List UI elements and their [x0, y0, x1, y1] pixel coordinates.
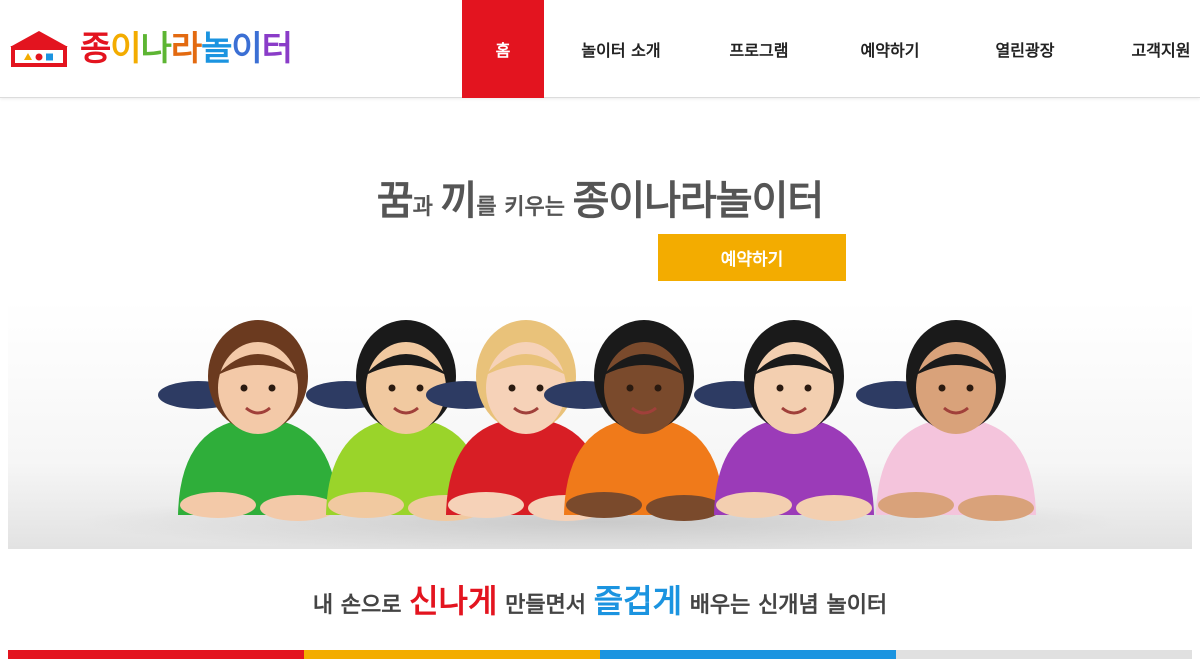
logo[interactable]: 종이나라놀이터: [8, 26, 293, 72]
tagline-highlight-joy: 즐겁게: [593, 582, 683, 620]
site-header: 종이나라놀이터 홈 놀이터 소개 프로그램 예약하기 열린광장 고객지원: [0, 0, 1200, 98]
child-arm: [328, 492, 404, 518]
tagline-highlight-fun: 신나게: [409, 582, 498, 620]
child-arm: [958, 495, 1034, 521]
color-stripe-bar: [8, 650, 1192, 659]
child-eye: [966, 384, 974, 392]
child-eye: [938, 384, 946, 392]
child-eye: [268, 384, 276, 392]
logo-letter: 라: [170, 29, 202, 69]
hero-title-dream: 꿈: [376, 178, 414, 224]
child-eye: [804, 384, 812, 392]
tagline-part-3: 배우는 신개념 놀이터: [682, 593, 888, 618]
nav-open-square[interactable]: 열린광장: [960, 0, 1090, 98]
color-stripe-segment: [600, 650, 896, 659]
nav-about-label: 놀이터 소개: [581, 41, 661, 60]
child-eye: [240, 384, 248, 392]
hero-children-image: [8, 300, 1192, 549]
child-arm: [716, 492, 792, 518]
logo-text: 종이나라놀이터: [80, 29, 293, 69]
tagline-part-2: 만들면서: [497, 593, 594, 618]
child-eye: [416, 384, 424, 392]
logo-letter: 종: [80, 29, 111, 69]
logo-letter: 터: [261, 29, 293, 69]
nav-about[interactable]: 놀이터 소개: [544, 0, 698, 98]
logo-letter: 이: [231, 29, 262, 69]
nav-support[interactable]: 고객지원: [1090, 0, 1200, 98]
child-arm: [260, 495, 336, 521]
hero-title-particle-1: 과: [412, 195, 441, 220]
nav-reservation[interactable]: 예약하기: [820, 0, 960, 98]
child-arm: [566, 492, 642, 518]
child-eye: [536, 384, 544, 392]
logo-letter: 나: [140, 29, 172, 69]
nav-program[interactable]: 프로그램: [698, 0, 820, 98]
child-eye: [654, 384, 662, 392]
child-arm: [646, 495, 722, 521]
child-arm: [878, 492, 954, 518]
nav-home[interactable]: 홈: [462, 0, 544, 98]
child-eye: [626, 384, 634, 392]
tagline-part-1: 내 손으로: [312, 593, 410, 618]
color-stripe-segment: [304, 650, 600, 659]
logo-letter: 놀: [201, 29, 232, 69]
child-arm: [180, 492, 256, 518]
child-arm: [796, 495, 872, 521]
main-nav: 홈 놀이터 소개 프로그램 예약하기 열린광장 고객지원: [462, 0, 1200, 98]
logo-letter: 이: [110, 29, 141, 69]
reserve-button[interactable]: 예약하기: [658, 234, 846, 281]
hero-title-talent: 끼: [440, 178, 478, 224]
child-arm: [448, 492, 524, 518]
hero-title-brand: 종이나라놀이터: [572, 178, 825, 224]
nav-program-label: 프로그램: [729, 41, 789, 60]
nav-home-label: 홈: [495, 41, 511, 60]
nav-reservation-label: 예약하기: [860, 41, 920, 60]
nav-support-label: 고객지원: [1131, 41, 1191, 60]
color-stripe-segment: [896, 650, 1192, 659]
hero-title-middle: 를 키우는: [476, 195, 573, 220]
child-eye: [776, 384, 784, 392]
child-eye: [508, 384, 516, 392]
hero-title: 꿈과 끼를 키우는 종이나라놀이터: [0, 168, 1200, 226]
child-eye: [388, 384, 396, 392]
house-logo-icon: [10, 31, 68, 67]
tagline: 내 손으로 신나게 만들면서 즐겁게 배우는 신개념 놀이터: [0, 576, 1200, 622]
color-stripe-segment: [8, 650, 304, 659]
nav-open-square-label: 열린광장: [995, 41, 1055, 60]
